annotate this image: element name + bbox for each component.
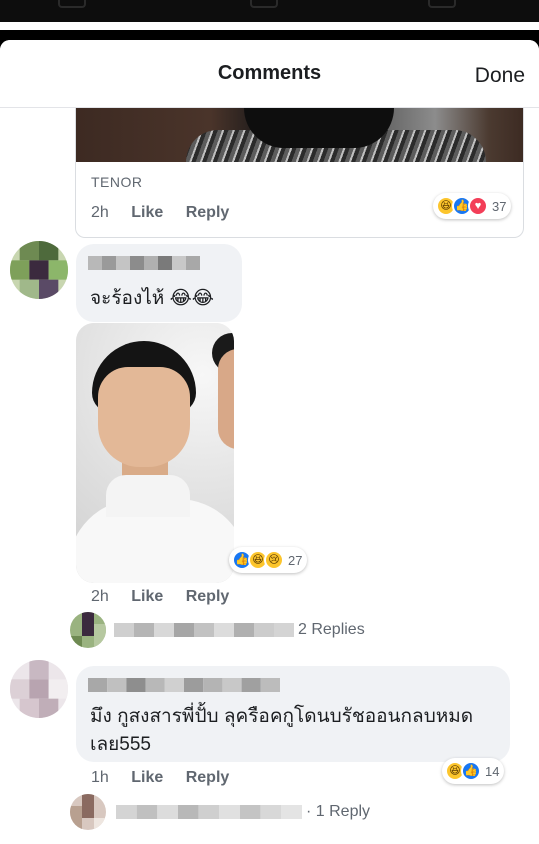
- comment-bubble: จะร้องไห้ 😂😂: [76, 244, 242, 322]
- reply-button[interactable]: Reply: [186, 204, 230, 221]
- replier-name-blurred: [114, 623, 294, 637]
- avatar[interactable]: [10, 660, 68, 718]
- reply-button[interactable]: Reply: [186, 588, 230, 605]
- comment-text-line-2: เลย555: [90, 734, 151, 755]
- gif-image: [76, 108, 523, 162]
- reaction-count: 27: [288, 552, 303, 568]
- comments-sheet: TENOR 2h Like Reply 😆 👍 ♥ 37 จะร้องไห้ 😂…: [0, 40, 539, 844]
- avatar[interactable]: [10, 241, 68, 299]
- reaction-count: 37: [492, 198, 507, 214]
- sad-reaction-icon: 😢: [264, 550, 284, 570]
- ghost-share-icon: [428, 0, 456, 8]
- comment-photo[interactable]: [76, 323, 234, 583]
- reply-button[interactable]: Reply: [186, 769, 230, 786]
- gif-source-label: TENOR: [91, 174, 143, 190]
- done-button[interactable]: Done: [475, 64, 525, 88]
- avatar: [70, 612, 106, 648]
- like-button[interactable]: Like: [131, 204, 163, 221]
- comment-meta: 2h Like Reply: [91, 204, 247, 222]
- ghost-comment-icon: [250, 0, 278, 8]
- reaction-count: 14: [485, 763, 500, 779]
- reaction-summary[interactable]: 😆 👍 14: [442, 758, 505, 784]
- love-reaction-icon: ♥: [468, 196, 488, 216]
- view-replies-link[interactable]: 2 Replies: [70, 612, 365, 648]
- replies-count-label[interactable]: · 1 Reply: [306, 803, 370, 821]
- page-title: Comments: [217, 62, 322, 84]
- comment-bubble: มึง กูสงสารพี่ปั้บ ลุครือคกูโดนบรัชออนกล…: [76, 666, 510, 762]
- reaction-summary[interactable]: 👍 😆 😢 27: [229, 547, 308, 573]
- ghost-like-icon: [58, 0, 86, 8]
- comments-header: Comments Done: [0, 40, 539, 108]
- comment-time: 2h: [91, 204, 109, 221]
- comment-meta: 2h Like Reply: [91, 588, 247, 606]
- view-replies-link[interactable]: · 1 Reply: [70, 794, 370, 830]
- comment-time: 1h: [91, 769, 109, 786]
- underlying-post-actions: [0, 0, 539, 22]
- divider: [0, 22, 539, 30]
- comment-text-line-1: มึง กูสงสารพี่ปั้บ ลุครือคกูโดนบรัชออนกล…: [90, 706, 474, 727]
- comment-text: จะร้องไห้ 😂😂: [90, 288, 214, 309]
- blurred-avatar-image: [10, 660, 68, 718]
- divider: [0, 30, 539, 40]
- commenter-name-blurred[interactable]: [88, 256, 200, 270]
- like-button[interactable]: Like: [131, 769, 163, 786]
- commenter-name-blurred[interactable]: [88, 678, 280, 692]
- blurred-avatar-image: [10, 241, 68, 299]
- reaction-summary[interactable]: 😆 👍 ♥ 37: [433, 193, 512, 219]
- like-reaction-icon: 👍: [461, 761, 481, 781]
- replies-count-label[interactable]: 2 Replies: [298, 621, 365, 639]
- like-button[interactable]: Like: [131, 588, 163, 605]
- replier-name-blurred: [116, 805, 302, 819]
- comment-time: 2h: [91, 588, 109, 605]
- comment-meta: 1h Like Reply: [91, 769, 247, 787]
- avatar: [70, 794, 106, 830]
